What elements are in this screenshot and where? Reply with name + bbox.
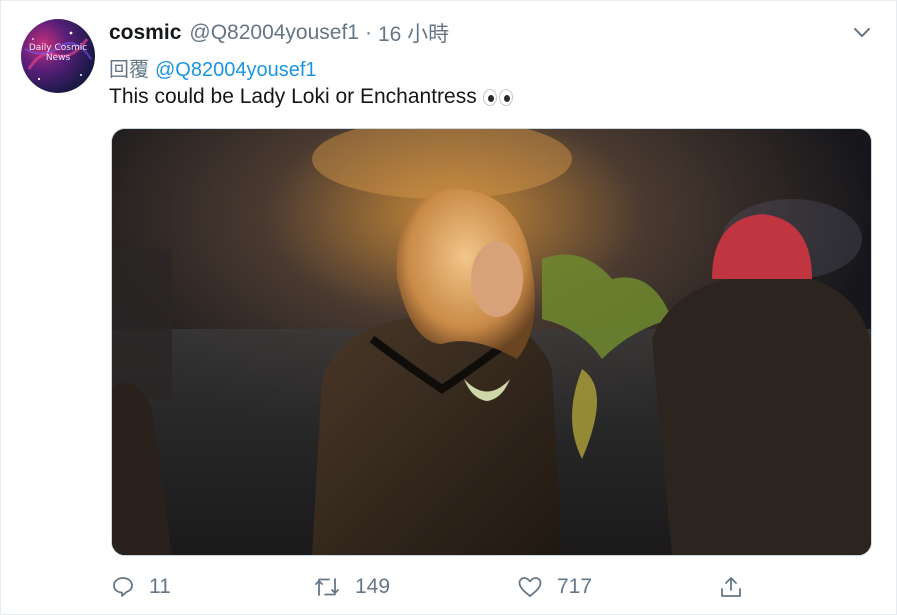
tweet-card: Daily Cosmic News cosmic @Q82004yousef1 … bbox=[0, 0, 897, 615]
tweet-timestamp[interactable]: 16 小時 bbox=[378, 18, 449, 48]
reply-icon bbox=[113, 577, 133, 597]
retweet-icon bbox=[315, 578, 339, 596]
like-button[interactable]: 717 bbox=[517, 569, 592, 605]
tweet-header: cosmic @Q82004yousef1 · 16 小時 bbox=[109, 19, 449, 47]
share-button[interactable] bbox=[719, 569, 757, 605]
eyes-emoji-icon bbox=[482, 88, 513, 106]
retweet-count: 149 bbox=[355, 575, 391, 598]
chevron-down-icon bbox=[854, 28, 870, 37]
tweet-actions: 11 149 717 bbox=[109, 569, 769, 605]
avatar-logo-text: Daily Cosmic News bbox=[28, 43, 88, 63]
share-icon bbox=[721, 577, 741, 597]
reply-mention-link[interactable]: @Q82004yousef1 bbox=[155, 59, 317, 81]
photo-scene bbox=[112, 129, 871, 555]
author-name[interactable]: cosmic bbox=[109, 21, 181, 45]
avatar[interactable]: Daily Cosmic News bbox=[21, 19, 95, 93]
like-count: 717 bbox=[557, 575, 593, 598]
tweet-text: This could be Lady Loki or Enchantress bbox=[109, 85, 513, 109]
reply-count: 11 bbox=[149, 575, 171, 598]
reply-context: 回覆 @Q82004yousef1 bbox=[109, 53, 317, 82]
author-handle[interactable]: @Q82004yousef1 bbox=[189, 21, 359, 45]
reply-button[interactable]: 11 bbox=[111, 569, 171, 605]
tweet-menu-button[interactable] bbox=[850, 21, 874, 45]
tweet-body: This could be Lady Loki or Enchantress bbox=[109, 85, 477, 108]
heart-icon bbox=[518, 577, 542, 597]
tweet-photo[interactable] bbox=[111, 128, 872, 556]
separator-dot: · bbox=[364, 21, 372, 44]
reply-prefix: 回覆 bbox=[109, 59, 149, 81]
retweet-button[interactable]: 149 bbox=[313, 569, 390, 605]
